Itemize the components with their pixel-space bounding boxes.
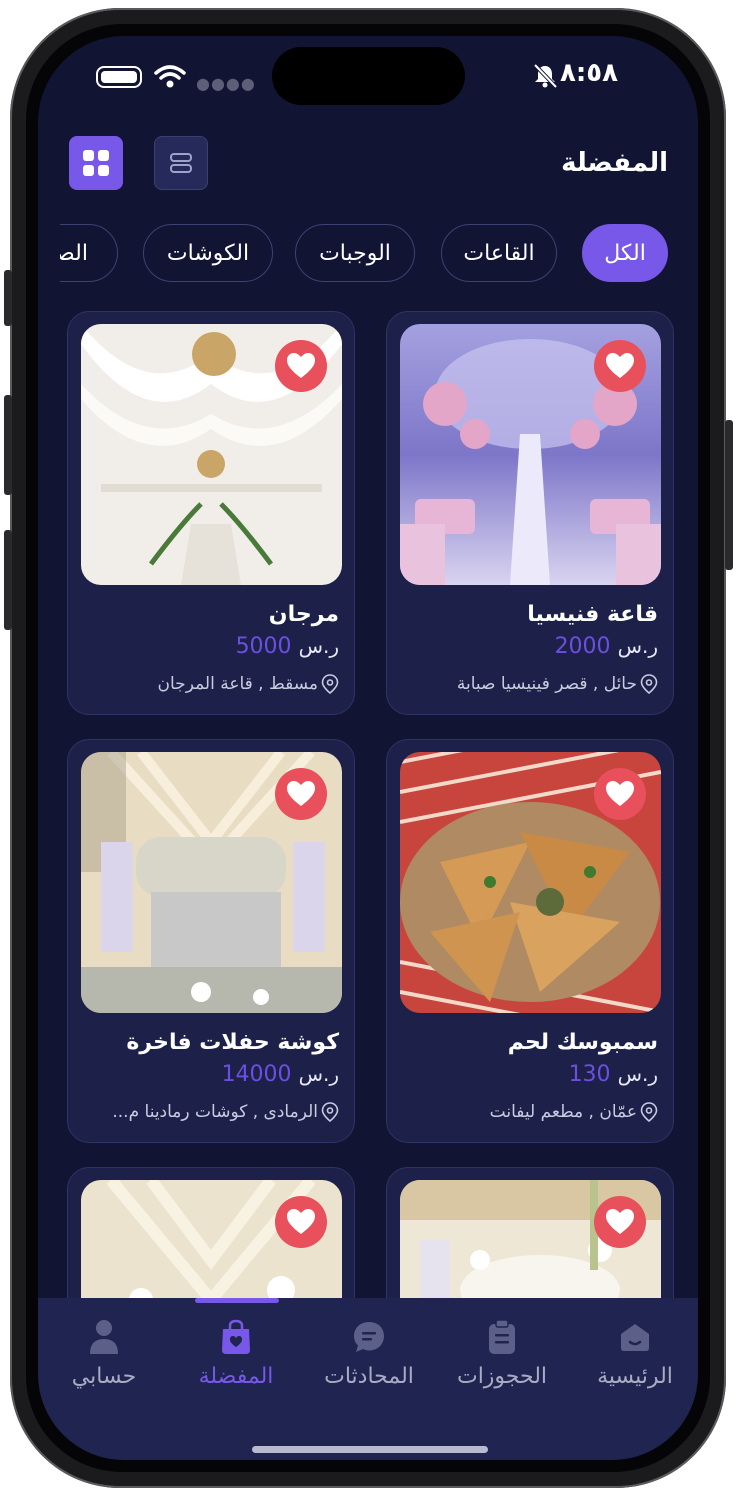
location-pin-icon: [321, 674, 339, 694]
nav-account[interactable]: حسابي: [38, 1318, 170, 1398]
dynamic-island: [272, 47, 465, 105]
list-icon: [170, 153, 192, 173]
chip-kooshas[interactable]: الكوشات: [143, 224, 273, 282]
price-currency: ر.س: [298, 1062, 339, 1086]
price-value: 130: [568, 1062, 611, 1087]
card-title: قاعة فنيسيا: [527, 602, 658, 627]
location-text: حائل , قصر فينيسيا صبابة: [456, 674, 637, 694]
volume-down-button: [4, 530, 12, 630]
card-price: ر.س 130: [569, 1062, 658, 1087]
card-price: ر.س 2000: [555, 634, 658, 659]
price-currency: ر.س: [298, 634, 339, 658]
app-screen: ●●●● ٨:٥٨ المفضلة الكل القاعات الوجبات ا…: [38, 36, 698, 1460]
card-title: سمبوسك لحم: [507, 1030, 658, 1055]
chip-salons[interactable]: الصالات: [60, 224, 118, 282]
nav-home-label: الرئيسية: [597, 1364, 673, 1389]
favorite-heart-button[interactable]: [275, 340, 327, 392]
bell-off-icon: [533, 63, 558, 89]
nav-account-label: حسابي: [71, 1364, 137, 1389]
filter-chips: الكل القاعات الوجبات الكوشات الصالات: [60, 224, 680, 282]
card-price: ر.س 14000: [222, 1062, 339, 1087]
power-button: [725, 420, 733, 570]
heart-icon: [287, 353, 315, 378]
favorite-card[interactable]: قاعة فنيسيا ر.س 2000 حائل , قصر فينيسيا …: [386, 311, 674, 715]
grid-icon: [83, 150, 109, 176]
nav-bookings[interactable]: الحجوزات: [436, 1318, 568, 1398]
home-icon: [621, 1324, 649, 1351]
nav-home[interactable]: الرئيسية: [569, 1318, 698, 1398]
heart-icon: [287, 1209, 315, 1234]
list-view-button[interactable]: [154, 136, 208, 190]
heart-icon: [606, 353, 634, 378]
favorite-card[interactable]: كوشة حفلات فاخرة ر.س 14000 الرمادى , كوش…: [67, 739, 355, 1143]
nav-favorites-label: المفضلة: [198, 1364, 274, 1389]
page-title: المفضلة: [561, 148, 668, 178]
battery-icon: [96, 66, 142, 88]
grid-view-button[interactable]: [69, 136, 123, 190]
clipboard-icon: [489, 1319, 515, 1354]
location-text: الرمادى , كوشات رمادينا م...: [112, 1102, 318, 1122]
price-value: 14000: [221, 1062, 292, 1087]
nav-favorites[interactable]: المفضلة: [170, 1318, 302, 1398]
card-location: عمّان , مطعم ليفانت: [490, 1102, 658, 1122]
card-price: ر.س 5000: [236, 634, 339, 659]
card-location: حائل , قصر فينيسيا صبابة: [457, 674, 658, 694]
heart-icon: [606, 781, 634, 806]
nav-active-indicator: [195, 1298, 279, 1303]
nav-chats-label: المحادثات: [324, 1364, 414, 1389]
favorite-heart-button[interactable]: [594, 1196, 646, 1248]
price-value: 2000: [554, 634, 611, 659]
price-currency: ر.س: [617, 1062, 658, 1086]
location-pin-icon: [321, 1102, 339, 1122]
location-text: مسقط , قاعة المرجان: [157, 674, 318, 694]
card-title: مرجان: [268, 602, 339, 627]
price-value: 5000: [235, 634, 292, 659]
nav-chats[interactable]: المحادثات: [303, 1318, 435, 1398]
heart-icon: [287, 781, 315, 806]
volume-up-button: [4, 395, 12, 495]
favorite-heart-button[interactable]: [594, 340, 646, 392]
chip-meals[interactable]: الوجبات: [295, 224, 415, 282]
home-indicator[interactable]: [252, 1446, 488, 1453]
favorite-card[interactable]: مرجان ر.س 5000 مسقط , قاعة المرجان: [67, 311, 355, 715]
chip-all[interactable]: الكل: [582, 224, 668, 282]
heart-icon: [606, 1209, 634, 1234]
user-icon: [90, 1320, 118, 1354]
location-pin-icon: [640, 1102, 658, 1122]
heart-bag-icon: [222, 1319, 250, 1354]
price-currency: ر.س: [617, 634, 658, 658]
location-text: عمّان , مطعم ليفانت: [489, 1102, 637, 1122]
bottom-nav: الرئيسية الحجوزات المحادثات المفضلة حساب…: [38, 1298, 698, 1460]
wifi-icon: [154, 65, 186, 88]
status-time: ٨:٥٨: [559, 58, 618, 88]
silent-switch: [4, 270, 12, 326]
card-title: كوشة حفلات فاخرة: [126, 1030, 339, 1055]
favorite-heart-button[interactable]: [275, 768, 327, 820]
favorite-heart-button[interactable]: [275, 1196, 327, 1248]
favorite-card[interactable]: سمبوسك لحم ر.س 130 عمّان , مطعم ليفانت: [386, 739, 674, 1143]
nav-bookings-label: الحجوزات: [456, 1364, 548, 1389]
location-pin-icon: [640, 674, 658, 694]
card-location: الرمادى , كوشات رمادينا م...: [112, 1102, 339, 1122]
chip-halls[interactable]: القاعات: [441, 224, 557, 282]
card-location: مسقط , قاعة المرجان: [158, 674, 339, 694]
cellular-signal-icon: ●●●●: [196, 74, 256, 93]
chat-bubble-icon: [354, 1322, 384, 1352]
favorite-heart-button[interactable]: [594, 768, 646, 820]
